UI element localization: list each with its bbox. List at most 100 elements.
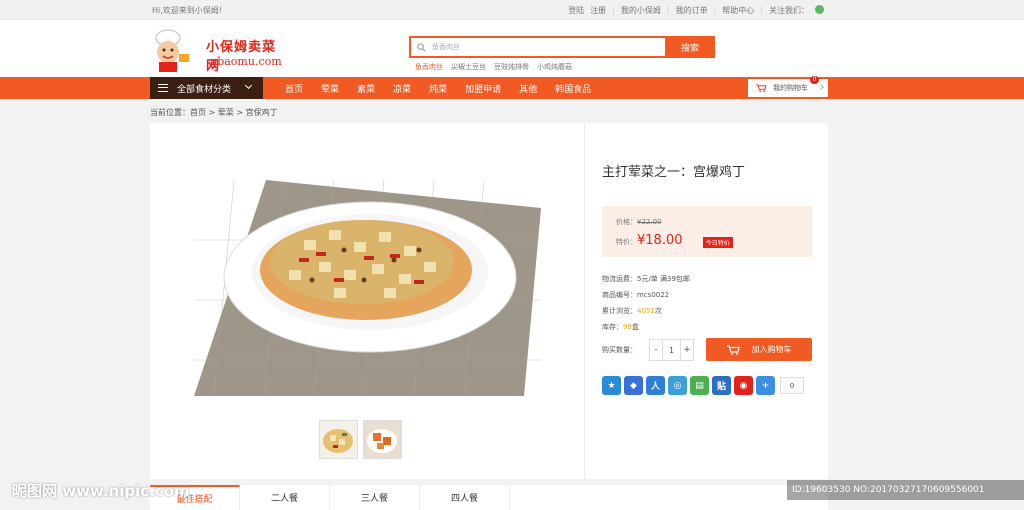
nav-item-home[interactable]: 首页 xyxy=(276,82,312,95)
thumbnail-image xyxy=(364,421,401,458)
quantity-label: 购买数量： xyxy=(602,346,637,354)
watermark-id: ID:19603530 NO:20170327170609556001 xyxy=(787,480,1024,500)
thumbnail-image xyxy=(320,421,357,458)
cart-count-badge: 0 xyxy=(810,76,819,84)
nav-item-korean-food[interactable]: 韩国食品 xyxy=(546,82,600,95)
search-button[interactable]: 搜索 xyxy=(665,36,715,58)
tab-three-person[interactable]: 三人餐 xyxy=(330,485,420,510)
login-link[interactable]: 登陆 xyxy=(568,5,584,16)
main-nav: 全部食材分类 首页 荤菜 素菜 凉菜 炖菜 加盟申请 其他 韩国食品 我的购物车… xyxy=(0,76,1024,99)
register-link[interactable]: 注册 xyxy=(590,5,606,16)
add-to-cart-button[interactable]: 加入购物车 xyxy=(706,338,812,361)
hot-search-item[interactable]: 尖椒土豆丝 xyxy=(451,62,486,72)
special-price-label: 特价： xyxy=(616,238,637,246)
nav-item-meat[interactable]: 荤菜 xyxy=(312,82,348,95)
product-code: 商品编号：mcs0022 xyxy=(602,291,670,299)
special-price: ¥18.00 xyxy=(637,233,683,248)
menu-icon xyxy=(158,84,168,92)
qzone-share-icon[interactable]: ★ xyxy=(602,376,621,395)
chevron-down-icon xyxy=(244,81,253,90)
tieba-share-icon[interactable]: 贴 xyxy=(712,376,731,395)
my-account-link[interactable]: 我的小保姆 xyxy=(621,5,661,16)
cart-icon xyxy=(756,84,767,92)
more-share-icon[interactable]: + xyxy=(756,376,775,395)
stock-info: 库存：99盒 xyxy=(602,322,639,332)
cart-label: 我的购物车 xyxy=(773,84,808,92)
product-thumbnail[interactable] xyxy=(363,420,402,459)
divider: | xyxy=(666,5,670,14)
renren-share-icon[interactable]: 人 xyxy=(646,376,665,395)
divider: | xyxy=(760,5,763,14)
view-count: 累计浏览：4051次 xyxy=(602,306,662,316)
cart-button[interactable]: 我的购物车 0 xyxy=(748,76,828,97)
top-bar: Hi,欢迎来到小保姆! 登陆 注册 | 我的小保姆 | 我的订单 | 帮助中心 … xyxy=(0,0,1024,20)
hot-search-item[interactable]: 鱼香肉丝 xyxy=(415,62,443,72)
site-logo[interactable]: 小保姆卖菜网 xbaomu.com xyxy=(148,28,288,74)
watermark-logo: 昵图网 www.nipic.com xyxy=(12,482,190,500)
quantity-row: 购买数量： - 1 + xyxy=(602,339,694,361)
product-gallery xyxy=(150,123,585,479)
divider: | xyxy=(612,5,615,14)
view-count-value: 4051 xyxy=(637,307,655,315)
welcome-text: Hi,欢迎来到小保姆! xyxy=(152,6,222,15)
all-categories-dropdown[interactable]: 全部食材分类 xyxy=(150,77,263,99)
baidu-share-icon[interactable]: ◆ xyxy=(624,376,643,395)
logo-domain-text: xbaomu.com xyxy=(211,55,282,68)
search-icon xyxy=(417,42,426,51)
add-to-cart-label: 加入购物车 xyxy=(751,345,792,354)
product-details: 主打荤菜之一：宫爆鸡丁 价格：¥22.00 特价：¥18.00 今日特价 物流运… xyxy=(602,123,812,479)
shipping-info: 物流运费：5元/单 满39包邮 xyxy=(602,275,690,283)
help-center-link[interactable]: 帮助中心 xyxy=(722,5,754,16)
product-panel: 主打荤菜之一：宫爆鸡丁 价格：¥22.00 特价：¥18.00 今日特价 物流运… xyxy=(150,123,828,479)
hot-search-item[interactable]: 小鸡炖蘑菇 xyxy=(537,62,572,72)
special-price-row: 特价：¥18.00 今日特价 xyxy=(616,233,733,248)
sina-weibo-share-icon[interactable]: ◉ xyxy=(734,376,753,395)
quantity-decrement-button[interactable]: - xyxy=(650,340,662,360)
product-thumbnail[interactable] xyxy=(319,420,358,459)
share-count: 0 xyxy=(780,377,804,394)
original-price: ¥22.00 xyxy=(637,218,662,226)
quantity-stepper: - 1 + xyxy=(649,339,694,361)
meal-tabs: 最佳搭配 二人餐 三人餐 四人餐 xyxy=(150,485,828,510)
product-title: 主打荤菜之一：宫爆鸡丁 xyxy=(602,165,746,180)
view-count-label: 累计浏览： xyxy=(602,307,637,315)
breadcrumb: 当前位置：首页 > 荤菜 > 宫保鸡丁 xyxy=(150,108,278,117)
all-categories-label: 全部食材分类 xyxy=(177,84,232,95)
product-main-image xyxy=(194,180,541,396)
nav-item-other[interactable]: 其他 xyxy=(510,82,546,95)
hot-search-item[interactable]: 豆豉炖排骨 xyxy=(494,62,529,72)
nav-item-vegetable[interactable]: 素菜 xyxy=(348,82,384,95)
price-label: 价格： xyxy=(616,218,637,226)
thumbnail-list xyxy=(319,420,402,459)
wechat-icon[interactable] xyxy=(815,5,824,14)
nav-item-stew[interactable]: 炖菜 xyxy=(420,82,456,95)
search-bar: 鱼香肉丝 搜索 xyxy=(409,36,715,58)
chef-mascot-icon xyxy=(155,29,189,72)
tencent-weibo-share-icon[interactable]: ◎ xyxy=(668,376,687,395)
stock-label: 库存： xyxy=(602,323,623,331)
nav-item-franchise[interactable]: 加盟申请 xyxy=(456,82,510,95)
douban-share-icon[interactable]: ▤ xyxy=(690,376,709,395)
nav-items: 首页 荤菜 素菜 凉菜 炖菜 加盟申请 其他 韩国食品 xyxy=(276,77,600,99)
view-count-unit: 次 xyxy=(654,307,662,315)
header: 小保姆卖菜网 xbaomu.com 鱼香肉丝 搜索 鱼香肉丝 尖椒土豆丝 豆豉炖… xyxy=(0,20,1024,77)
top-links: 登陆 注册 | 我的小保姆 | 我的订单 | 帮助中心 | 关注我们： xyxy=(568,5,824,16)
today-special-badge: 今日特价 xyxy=(702,236,733,248)
stock-value: 99 xyxy=(623,323,632,331)
hot-search-list: 鱼香肉丝 尖椒土豆丝 豆豉炖排骨 小鸡炖蘑菇 xyxy=(415,62,572,72)
quantity-increment-button[interactable]: + xyxy=(681,340,693,360)
stock-unit: 盒 xyxy=(631,323,639,331)
chevron-right-icon xyxy=(818,84,824,90)
divider: | xyxy=(713,5,717,14)
quantity-input[interactable]: 1 xyxy=(662,340,681,360)
my-orders-link[interactable]: 我的订单 xyxy=(676,5,708,16)
price-box: 价格：¥22.00 特价：¥18.00 今日特价 xyxy=(602,206,812,257)
tab-two-person[interactable]: 二人餐 xyxy=(240,485,330,510)
nav-item-cold-dish[interactable]: 凉菜 xyxy=(384,82,420,95)
tab-four-person[interactable]: 四人餐 xyxy=(420,485,510,510)
follow-us-label: 关注我们： xyxy=(769,6,809,15)
search-input[interactable]: 鱼香肉丝 xyxy=(409,36,665,58)
share-bar: ★ ◆ 人 ◎ ▤ 贴 ◉ + 0 xyxy=(602,376,804,395)
search-placeholder: 鱼香肉丝 xyxy=(432,43,460,51)
original-price-row: 价格：¥22.00 xyxy=(616,217,662,227)
